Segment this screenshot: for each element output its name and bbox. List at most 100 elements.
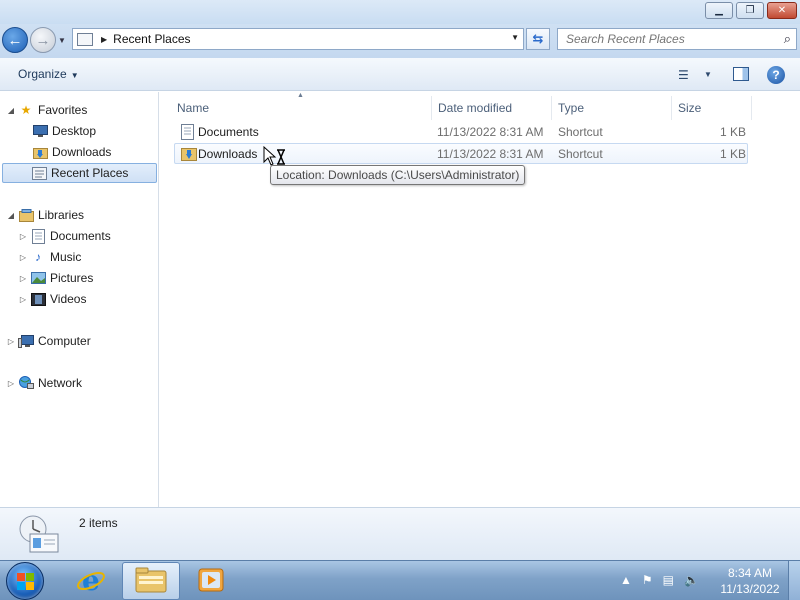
- file-size: 1 KB: [720, 147, 747, 161]
- file-name: Downloads: [198, 147, 258, 161]
- address-bar[interactable]: ▶ Recent Places ▼: [72, 28, 524, 50]
- forward-button[interactable]: →: [30, 27, 56, 53]
- file-type: Shortcut: [558, 125, 603, 139]
- file-list-pane: ▲ Name Date modified Type Size Documents…: [160, 92, 800, 507]
- search-icon[interactable]: ⌕: [784, 31, 791, 47]
- item-count: 2 items: [79, 516, 118, 530]
- recent-places-large-icon: [16, 512, 62, 556]
- taskbar-internet-explorer[interactable]: e: [62, 562, 120, 600]
- file-row-documents[interactable]: Documents 11/13/2022 8:31 AM Shortcut 1 …: [174, 122, 748, 143]
- volume-icon[interactable]: 🔈: [684, 573, 699, 587]
- nav-item-desktop[interactable]: Desktop: [30, 121, 96, 141]
- nav-item-label: Recent Places: [51, 166, 129, 180]
- windows-explorer-icon: [135, 567, 167, 596]
- collapsed-triangle-icon[interactable]: ▷: [6, 379, 16, 388]
- action-center-flag-icon[interactable]: ⚑: [642, 573, 653, 587]
- clock-time: 8:34 AM: [727, 566, 773, 580]
- nav-network[interactable]: ▷ Network: [6, 373, 82, 393]
- forward-arrow-icon: →: [35, 31, 51, 49]
- details-pane: 2 items: [0, 507, 800, 560]
- nav-item-videos[interactable]: ▷ Videos: [18, 289, 87, 309]
- nav-network-label: Network: [38, 376, 83, 390]
- network-icon: [18, 376, 34, 390]
- nav-item-label: Pictures: [50, 271, 94, 285]
- collapsed-triangle-icon[interactable]: ▷: [18, 274, 28, 283]
- recent-places-icon: [31, 166, 47, 180]
- column-header-type[interactable]: Type: [552, 96, 672, 120]
- expanded-triangle-icon[interactable]: ◢: [6, 106, 16, 115]
- nav-favorites[interactable]: ◢ ★ Favorites: [6, 100, 87, 120]
- show-desktop-button[interactable]: [788, 561, 800, 600]
- column-header-date-modified[interactable]: Date modified: [432, 96, 552, 120]
- nav-computer[interactable]: ▷ Computer: [6, 331, 91, 351]
- preview-pane-button[interactable]: [733, 67, 749, 81]
- column-header-name[interactable]: Name: [171, 96, 432, 120]
- window-controls: ▁ ❐ ✕: [705, 2, 797, 19]
- network-status-icon[interactable]: ▤: [663, 573, 674, 587]
- change-view-button[interactable]: ☰: [678, 68, 689, 82]
- nav-libraries[interactable]: ◢ Libraries: [6, 205, 84, 225]
- music-icon: ♪: [35, 250, 41, 264]
- nav-item-label: Documents: [50, 229, 111, 243]
- column-header-size[interactable]: Size: [672, 96, 752, 120]
- help-button[interactable]: ?: [767, 66, 785, 84]
- system-clock[interactable]: 8:34 AM 11/13/2022: [714, 565, 786, 597]
- search-box[interactable]: ⌕: [557, 28, 797, 50]
- media-player-icon: [197, 566, 225, 597]
- windows-logo-icon: [17, 573, 34, 590]
- close-button[interactable]: ✕: [767, 2, 797, 19]
- taskbar-media-player[interactable]: [182, 562, 240, 600]
- recent-pages-dropdown-icon[interactable]: ▼: [58, 36, 66, 45]
- downloads-folder-icon: [32, 145, 48, 159]
- favorites-star-icon: ★: [20, 103, 32, 117]
- svg-text:e: e: [82, 565, 100, 595]
- collapsed-triangle-icon[interactable]: ▷: [6, 337, 16, 346]
- breadcrumb-recent-places[interactable]: Recent Places: [113, 32, 190, 46]
- view-options-dropdown-icon[interactable]: ▼: [704, 70, 712, 79]
- documents-icon: [30, 228, 46, 244]
- nav-computer-label: Computer: [38, 334, 91, 348]
- address-history-dropdown-icon[interactable]: ▼: [511, 33, 519, 42]
- collapsed-triangle-icon[interactable]: ▷: [18, 295, 28, 304]
- nav-item-label: Music: [50, 250, 82, 264]
- nav-item-label: Videos: [50, 292, 87, 306]
- refresh-button[interactable]: ⇆: [526, 28, 550, 50]
- internet-explorer-icon: e: [76, 564, 106, 598]
- nav-libraries-label: Libraries: [38, 208, 85, 222]
- back-button[interactable]: ←: [2, 27, 28, 53]
- chevron-down-icon: ▼: [70, 71, 79, 80]
- start-button[interactable]: [6, 562, 44, 600]
- taskbar: e ▲ ⚑ ▤ 🔈 8:34 AM 11/13/2022: [0, 560, 800, 600]
- libraries-icon: [18, 208, 34, 222]
- file-date-modified: 11/13/2022 8:31 AM: [437, 147, 544, 161]
- videos-icon: [30, 292, 46, 306]
- nav-item-documents[interactable]: ▷ Documents: [18, 226, 111, 246]
- nav-item-pictures[interactable]: ▷ Pictures: [18, 268, 93, 288]
- nav-item-label: Desktop: [52, 124, 97, 138]
- nav-item-music[interactable]: ▷ ♪ Music: [18, 247, 81, 267]
- expanded-triangle-icon[interactable]: ◢: [6, 211, 16, 220]
- nav-item-recent-places[interactable]: Recent Places: [2, 163, 157, 183]
- nav-favorites-label: Favorites: [38, 103, 88, 117]
- taskbar-windows-explorer[interactable]: [122, 562, 180, 600]
- help-icon: ?: [772, 68, 780, 82]
- search-input[interactable]: [558, 32, 768, 46]
- collapsed-triangle-icon[interactable]: ▷: [18, 253, 28, 262]
- navigation-pane: ◢ ★ Favorites Desktop Downloads Recent P…: [0, 92, 159, 507]
- documents-shortcut-icon: [180, 124, 195, 140]
- view-details-icon: ☰: [678, 68, 689, 82]
- notification-area: ▲ ⚑ ▤ 🔈: [620, 573, 699, 587]
- file-date-modified: 11/13/2022 8:31 AM: [437, 125, 544, 139]
- maximize-button[interactable]: ❐: [736, 2, 764, 19]
- minimize-button[interactable]: ▁: [705, 2, 733, 19]
- nav-item-downloads[interactable]: Downloads: [30, 142, 111, 162]
- breadcrumb-separator-icon[interactable]: ▶: [101, 35, 107, 44]
- file-size: 1 KB: [720, 125, 747, 139]
- recent-places-icon: [77, 32, 93, 46]
- collapsed-triangle-icon[interactable]: ▷: [18, 232, 28, 241]
- title-bar: ▁ ❐ ✕: [0, 0, 800, 24]
- file-row-downloads[interactable]: Downloads 11/13/2022 8:31 AM Shortcut 1 …: [174, 143, 748, 164]
- pictures-icon: [30, 271, 46, 285]
- organize-button[interactable]: Organize ▼: [18, 67, 79, 81]
- show-hidden-icons-icon[interactable]: ▲: [620, 573, 632, 587]
